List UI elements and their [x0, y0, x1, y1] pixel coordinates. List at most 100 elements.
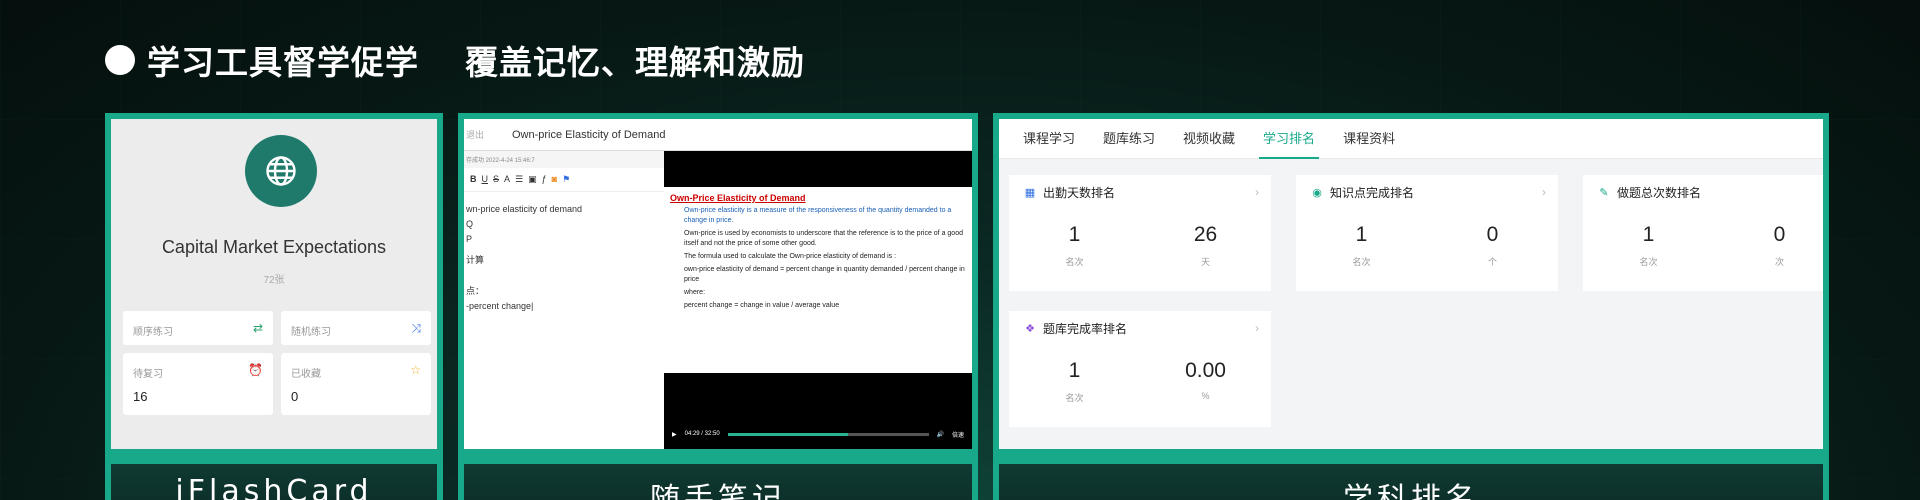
strikethrough-icon[interactable]: S [493, 174, 499, 185]
notes-screen: 退出 Own-price Elasticity of Demand 存成功 20… [464, 119, 972, 449]
sequential-practice-button[interactable]: 顺序练习 ⇄ [123, 311, 273, 345]
favorites-button[interactable]: 已收藏 ☆ 0 [281, 353, 431, 415]
save-status: 存成功 2022-4-24 15:46:7 [464, 151, 664, 168]
panel-caption: iFlashCard [111, 464, 437, 500]
note-line: P [466, 234, 473, 244]
progress-bar[interactable] [727, 432, 929, 436]
headline-part2: 覆盖记忆、理解和激励 [465, 43, 805, 82]
globe-icon [245, 135, 317, 207]
rank-unit: 名次 [1065, 257, 1084, 267]
course-tabs: 课程学习 题库练习 视频收藏 学习排名 课程资料 [999, 119, 1823, 159]
metric-unit: 个 [1487, 257, 1497, 267]
volume-icon[interactable]: 🔊 [937, 431, 944, 438]
flag-icon[interactable]: ⚑ [562, 174, 570, 185]
lecture-slide: Own-Price Elasticity of Demand Own-price… [664, 187, 972, 373]
play-circle-icon: ◉ [1312, 186, 1322, 199]
chevron-right-icon: › [1542, 185, 1546, 199]
panel-caption: 学科排名 [999, 464, 1823, 500]
ranking-screen: 课程学习 题库练习 视频收藏 学习排名 课程资料 ▦ 出勤天数排名 › 1 名次 26… [999, 119, 1823, 449]
card-title: 出勤天数排名 [1043, 185, 1116, 200]
rank-unit: 名次 [1352, 257, 1371, 267]
deck-count: 72张 [263, 275, 285, 286]
chevron-right-icon: › [1255, 321, 1259, 335]
pencil-icon: ✎ [1599, 186, 1609, 199]
flashcard-screen: Capital Market Expectations 72张 顺序练习 ⇄ 随… [111, 119, 437, 449]
ranking-panel: 课程学习 题库练习 视频收藏 学习排名 课程资料 ▦ 出勤天数排名 › 1 名次 26… [993, 113, 1829, 500]
notes-panel: 退出 Own-price Elasticity of Demand 存成功 20… [458, 113, 978, 500]
highlight-icon[interactable]: ◙ [552, 174, 557, 185]
note-editor[interactable]: 存成功 2022-4-24 15:46:7 B U S A ☰ ▣ ƒ ◙ ⚑ … [464, 151, 664, 449]
repeat-icon: ⇄ [252, 321, 263, 335]
slide-line: where: [684, 289, 706, 296]
flashcard-panel: Capital Market Expectations 72张 顺序练习 ⇄ 随… [105, 113, 443, 500]
metric-value: 0 [1773, 223, 1786, 246]
ranking-card-completion[interactable]: ❖ 题库完成率排名 › 1 名次 0.00% [1009, 311, 1271, 427]
slide-line: The formula used to calculate the Own-pr… [684, 253, 897, 260]
slide-line: percent change = change in value / avera… [684, 302, 840, 309]
tab-question-bank[interactable]: 题库练习 [1089, 119, 1169, 159]
card-title: 题库完成率排名 [1043, 321, 1128, 336]
card-title: 做题总次数排名 [1617, 185, 1702, 200]
metric-unit: 次 [1774, 257, 1784, 267]
chevron-right-icon: › [1255, 185, 1259, 199]
formula-icon[interactable]: ƒ [542, 174, 547, 185]
slide-title: Own-Price Elasticity of Demand [670, 193, 806, 203]
alarm-icon: ⏰ [248, 363, 263, 377]
headline-part1: 学习工具督学促学 [147, 43, 419, 82]
bold-icon[interactable]: B [470, 174, 477, 185]
rank-value: 1 [1068, 223, 1081, 246]
player-controls: ▶ 04:29 / 32:50 🔊 倍速 [664, 419, 972, 449]
page-headline: 学习工具督学促学 覆盖记忆、理解和激励 [105, 36, 805, 84]
tile-label: 待复习 [133, 369, 163, 380]
tab-course-study[interactable]: 课程学习 [1009, 119, 1089, 159]
editor-toolbar: B U S A ☰ ▣ ƒ ◙ ⚑ [464, 168, 664, 192]
to-review-button[interactable]: 待复习 ⏰ 16 [123, 353, 273, 415]
ranking-card-attendance[interactable]: ▦ 出勤天数排名 › 1 名次 26 天 [1009, 175, 1271, 291]
rank-value: 1 [1068, 359, 1081, 382]
metric-unit: 天 [1200, 257, 1210, 267]
slide-line: Own-price is used by economists to under… [684, 230, 963, 247]
metric-value: 0.00 [1185, 359, 1226, 382]
list-icon[interactable]: ☰ [515, 174, 523, 185]
panel-caption: 随手笔记 [464, 464, 972, 500]
rank-value: 1 [1642, 223, 1655, 246]
note-line: 计算 [466, 255, 485, 265]
tab-study-ranking[interactable]: 学习排名 [1249, 119, 1329, 159]
cubes-icon: ❖ [1025, 322, 1035, 335]
slide-line: Own-price elasticity is a measure of the… [684, 207, 952, 224]
metric-unit: % [1201, 391, 1210, 401]
underline-icon[interactable]: U [482, 174, 489, 185]
deck-title: Capital Market Expectations [161, 237, 387, 257]
metric-value: 0 [1486, 223, 1499, 246]
star-icon: ☆ [410, 363, 421, 377]
bullet-dot [105, 45, 135, 75]
tab-video-favorites[interactable]: 视频收藏 [1169, 119, 1249, 159]
note-line: 点： [466, 286, 485, 296]
video-player[interactable]: Own-Price Elasticity of Demand Own-price… [664, 151, 972, 449]
notes-topbar: 退出 Own-price Elasticity of Demand [464, 119, 972, 151]
calendar-icon: ▦ [1024, 186, 1036, 199]
tile-label: 随机练习 [291, 327, 331, 338]
note-line: wn-price elasticity of demand [466, 204, 583, 214]
tab-course-materials[interactable]: 课程资料 [1329, 119, 1409, 159]
speed-button[interactable]: 倍速 [952, 430, 964, 439]
shuffle-icon: ⤨ [411, 321, 421, 335]
font-color-icon[interactable]: A [504, 174, 510, 185]
time-readout: 04:29 / 32:50 [684, 431, 720, 437]
image-icon[interactable]: ▣ [528, 174, 537, 185]
rank-unit: 名次 [1065, 393, 1084, 403]
exit-button[interactable]: 退出 [466, 128, 512, 141]
play-icon[interactable]: ▶ [672, 431, 677, 438]
random-practice-button[interactable]: 随机练习 ⤨ [281, 311, 431, 345]
ranking-card-questions[interactable]: ✎做题总次数排名› 1名次 0次 [1583, 175, 1823, 291]
rank-unit: 名次 [1639, 257, 1658, 267]
metric-value: 26 [1193, 223, 1218, 246]
rank-value: 1 [1355, 223, 1368, 246]
card-title: 知识点完成排名 [1330, 185, 1415, 200]
lesson-title: Own-price Elasticity of Demand [512, 128, 666, 141]
tile-label: 顺序练习 [133, 327, 173, 338]
to-review-count: 16 [133, 389, 148, 404]
ranking-card-knowledge[interactable]: ◉ 知识点完成排名 › 1 名次 0 个 [1296, 175, 1558, 291]
slide-line: own-price elasticity of demand = percent… [684, 266, 965, 283]
tile-label: 已收藏 [291, 369, 321, 380]
